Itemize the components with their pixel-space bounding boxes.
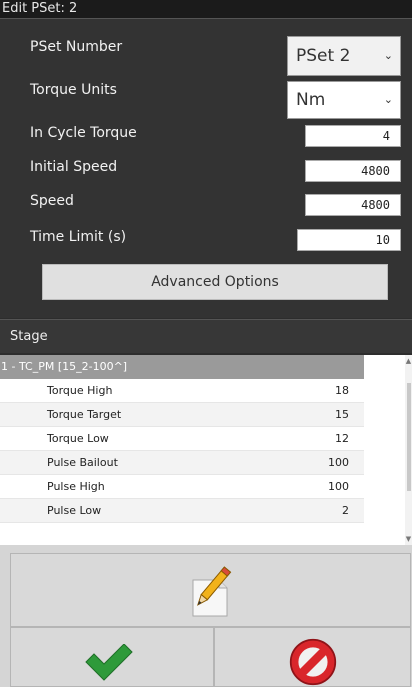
in-cycle-torque-input[interactable]: 4: [305, 125, 401, 147]
table-row[interactable]: Pulse Bailout 100: [0, 451, 364, 475]
table-row-partial[interactable]: [0, 523, 364, 545]
scrollbar-thumb[interactable]: [407, 383, 411, 491]
table-row[interactable]: Torque Target 15: [0, 403, 364, 427]
row-name: Pulse High: [47, 480, 105, 493]
chevron-down-icon: ⌄: [383, 93, 393, 106]
pset-number-label: PSet Number: [30, 39, 123, 55]
initial-speed-input[interactable]: 4800: [305, 160, 401, 182]
table-row[interactable]: Pulse Low 2: [0, 499, 364, 523]
pencil-paper-icon: [192, 566, 232, 617]
torque-units-select[interactable]: Nm ⌄: [287, 81, 401, 119]
speed-input[interactable]: 4800: [305, 194, 401, 216]
advanced-options-button[interactable]: Advanced Options: [42, 264, 388, 300]
table-row[interactable]: Torque Low 12: [0, 427, 364, 451]
confirm-button[interactable]: [10, 627, 214, 687]
time-limit-label: Time Limit (s): [30, 229, 127, 245]
pset-form: PSet Number PSet 2 ⌄ Torque Units Nm ⌄ I…: [0, 18, 412, 318]
stage-header: Stage: [0, 319, 412, 353]
speed-label: Speed: [30, 193, 74, 209]
row-value: 100: [328, 480, 349, 493]
pset-number-select[interactable]: PSet 2 ⌄: [287, 36, 401, 76]
row-value: 12: [335, 432, 349, 445]
time-limit-input[interactable]: 10: [297, 229, 401, 251]
initial-speed-label: Initial Speed: [30, 159, 118, 175]
torque-units-label: Torque Units: [30, 82, 117, 98]
table-row[interactable]: Torque High 18: [0, 379, 364, 403]
pset-number-value: PSet 2: [296, 46, 351, 66]
row-value: 100: [328, 456, 349, 469]
in-cycle-torque-label: In Cycle Torque: [30, 125, 137, 141]
stage-table[interactable]: 1 - TC_PM [15_2-100^] Torque High 18 Tor…: [0, 355, 412, 545]
green-check-icon: [85, 644, 133, 681]
row-name: Torque Target: [47, 408, 122, 421]
row-name: Torque High: [47, 384, 113, 397]
row-name: Pulse Bailout: [47, 456, 118, 469]
action-bar: [0, 545, 412, 687]
row-name: Pulse Low: [47, 504, 102, 517]
table-row[interactable]: Pulse High 100: [0, 475, 364, 499]
scroll-up-icon[interactable]: ▲: [405, 357, 412, 365]
row-value: 18: [335, 384, 349, 397]
cancel-button[interactable]: [214, 627, 411, 687]
row-name: Torque Low: [47, 432, 109, 445]
stage-group-row[interactable]: 1 - TC_PM [15_2-100^]: [0, 355, 364, 379]
window-title: Edit PSet: 2: [0, 0, 412, 18]
red-prohibit-icon: [289, 638, 337, 686]
torque-units-value: Nm: [296, 90, 326, 110]
scroll-down-icon[interactable]: ▼: [405, 535, 412, 543]
chevron-down-icon: ⌄: [383, 49, 393, 62]
row-value: 15: [335, 408, 349, 421]
row-value: 2: [342, 504, 349, 517]
edit-button[interactable]: [10, 553, 411, 627]
